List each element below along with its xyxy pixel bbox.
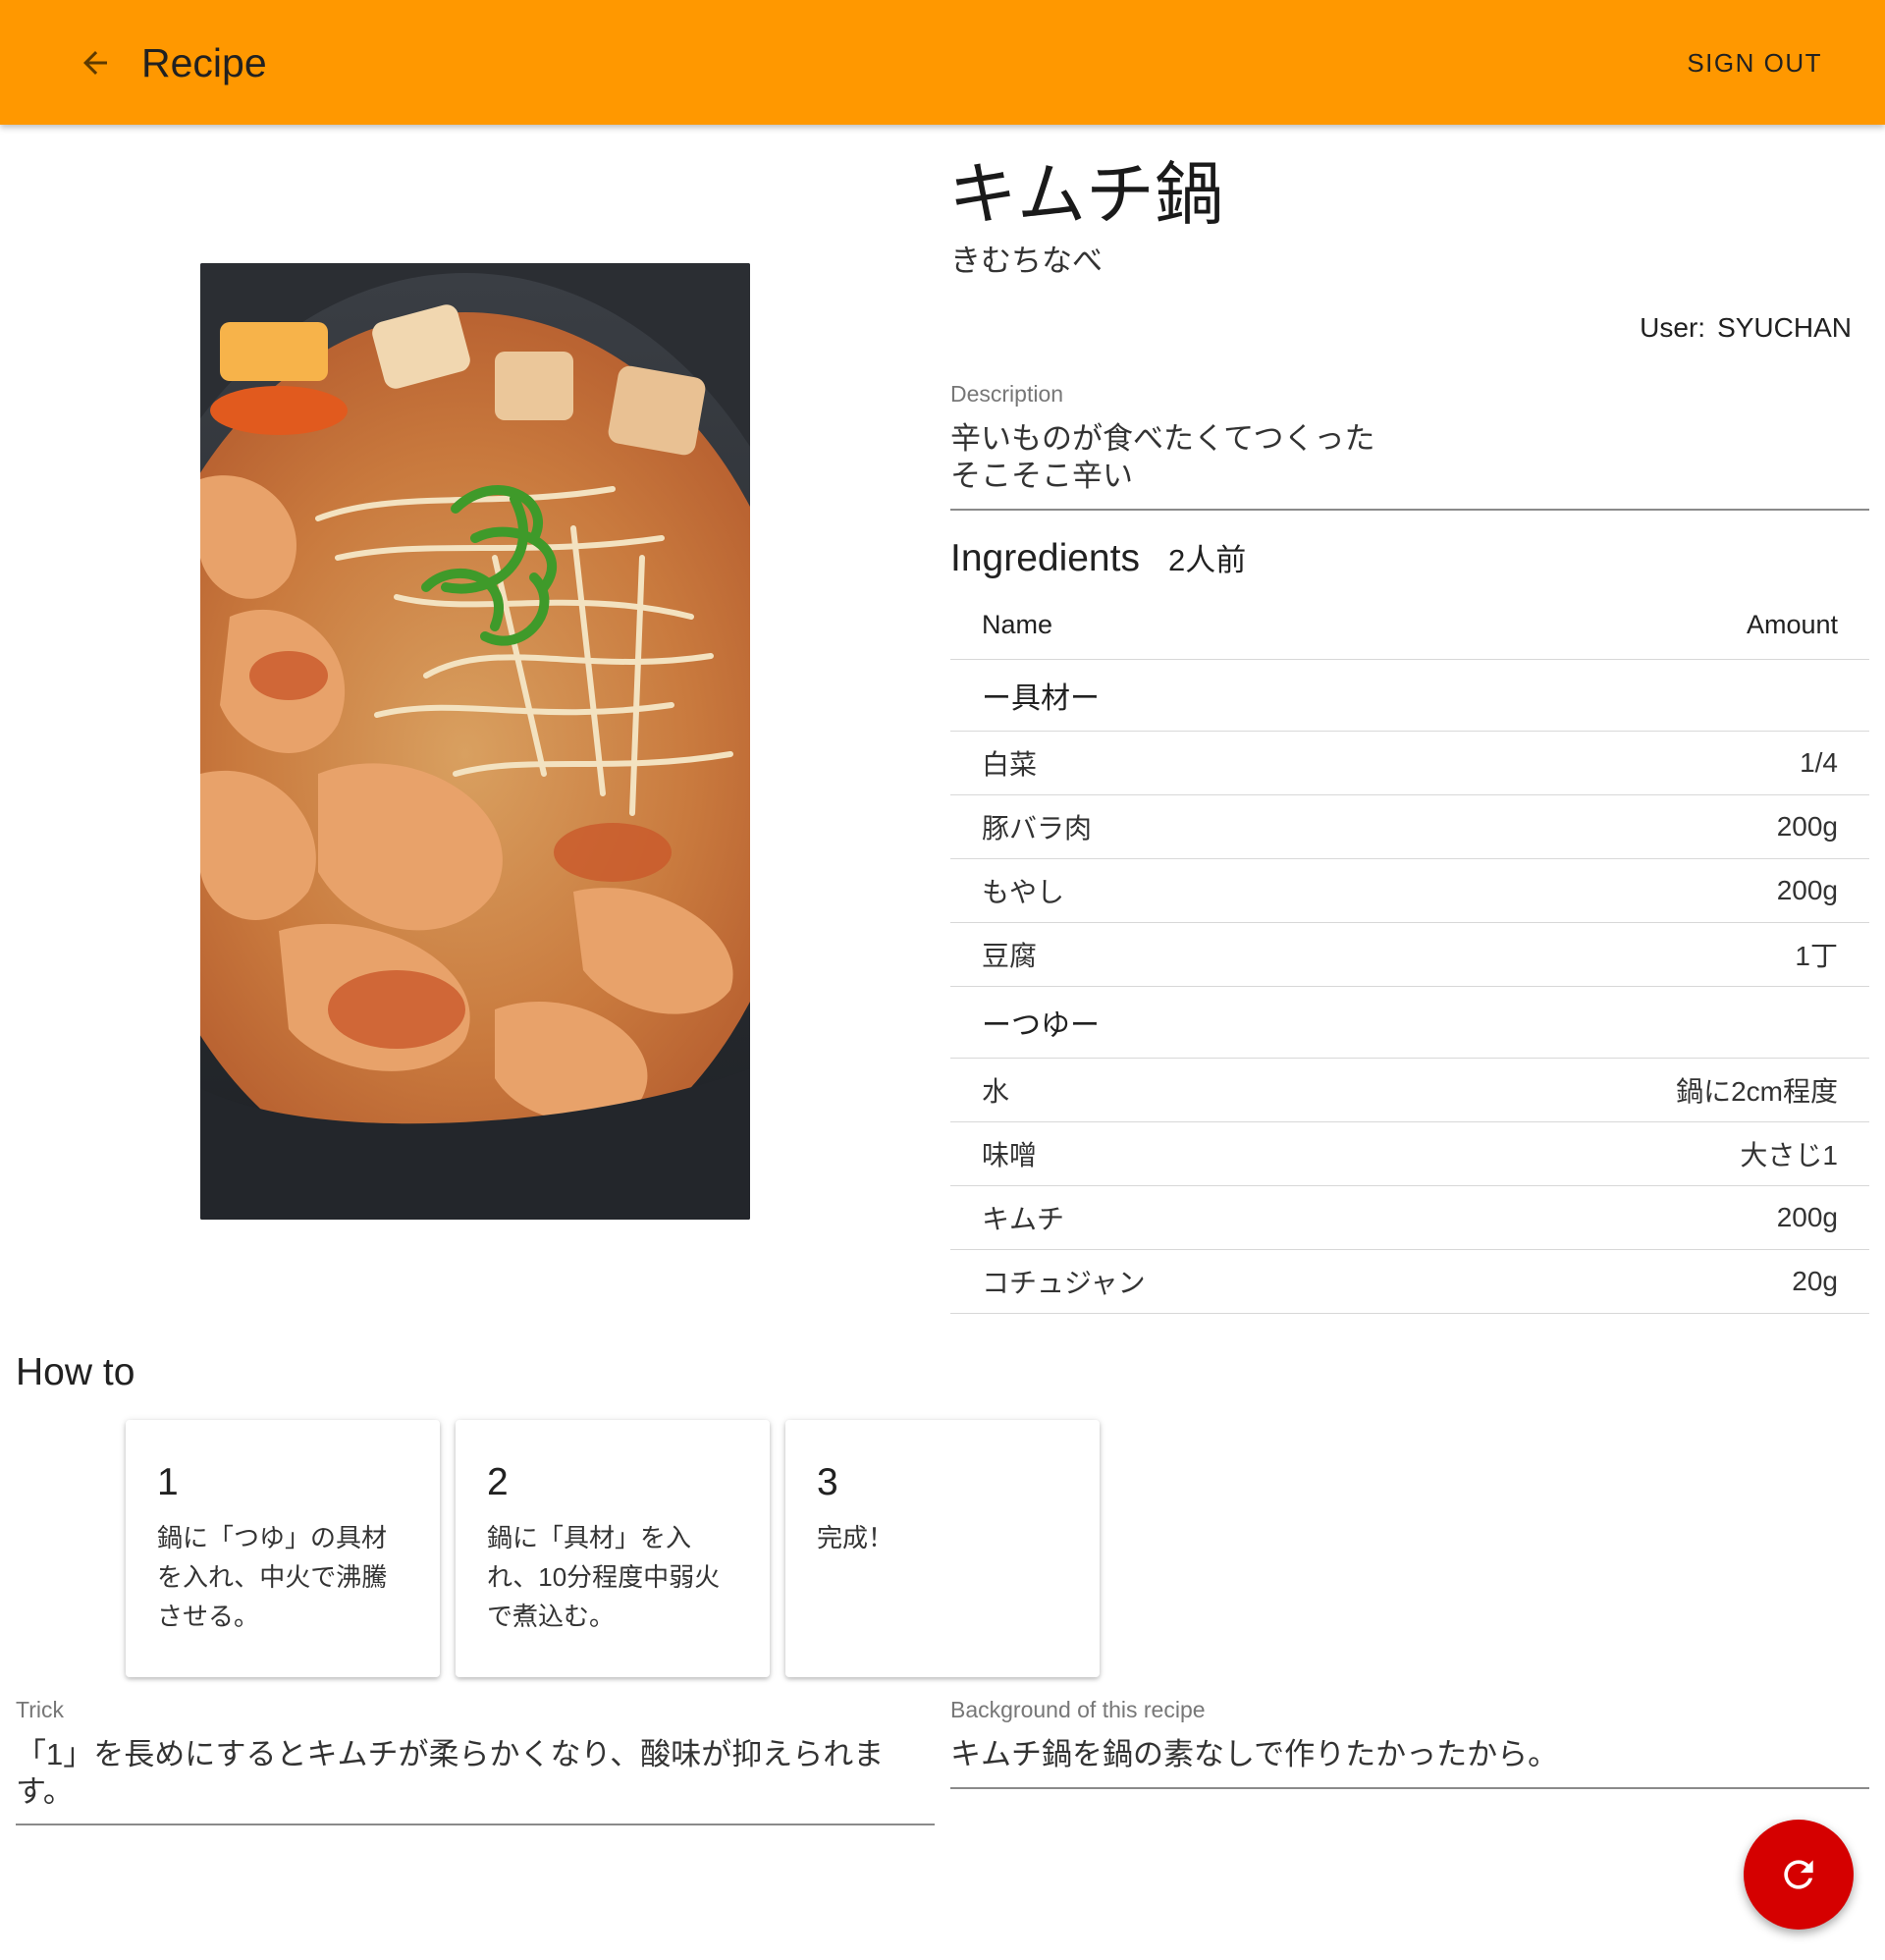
ingredient-name: コチュジャン: [982, 1268, 1146, 1298]
step-number: 2: [487, 1461, 509, 1503]
step-number: 3: [817, 1461, 838, 1503]
ingredient-name: もやし: [982, 877, 1065, 907]
trick-label: Trick: [16, 1697, 64, 1722]
table-row: 豚バラ肉 200g: [950, 795, 1869, 859]
step-card-3: 3 完成！: [785, 1420, 1100, 1677]
table-row: 白菜 1/4: [950, 732, 1869, 795]
table-row: 水 鍋に2cm程度: [950, 1059, 1869, 1122]
step-text: 完成！: [817, 1523, 894, 1552]
ingredient-name: 豚バラ肉: [982, 813, 1093, 844]
table-row: 豆腐 1丁: [950, 923, 1869, 987]
background-label: Background of this recipe: [950, 1697, 1206, 1722]
user-label: User:: [1640, 312, 1706, 343]
ingredient-amount: 1丁: [1795, 941, 1838, 971]
column-header-amount: Amount: [1746, 610, 1838, 639]
ingredient-amount: 20g: [1792, 1266, 1838, 1296]
background-text: キムチ鍋を鍋の素なしで作りたかったから。: [950, 1737, 1559, 1771]
arrow-left-icon: [83, 51, 107, 75]
servings: 2人前: [1168, 543, 1247, 577]
description-text: 辛いものが食べたくてつくった そこそこ辛い: [950, 421, 1375, 493]
app-bar: Recipe SIGN OUT: [0, 0, 1885, 125]
background-underline: [950, 1787, 1869, 1789]
trick-text: 「1」を長めにするとキムチが柔らかくなり、酸味が抑えられます。: [16, 1737, 885, 1809]
step-number: 1: [157, 1461, 179, 1503]
table-row: 味噌 大さじ1: [950, 1122, 1869, 1186]
sign-out-button[interactable]: SIGN OUT: [1687, 43, 1822, 82]
ingredients-table: Name Amount ー具材ー 白菜 1/4 豚バラ肉 200g もやし 20…: [950, 591, 1869, 1314]
table-row: ー具材ー: [950, 660, 1869, 732]
step-text: 鍋に「具材」を入れ、10分程度中弱火で煮込む。: [487, 1523, 721, 1631]
recipe-photo-image: [200, 263, 750, 1220]
ingredient-amount: 鍋に2cm程度: [1676, 1076, 1838, 1107]
ingredient-name: キムチ: [982, 1204, 1065, 1234]
table-row: もやし 200g: [950, 859, 1869, 923]
user-name: SYUCHAN: [1717, 312, 1852, 343]
ingredient-section: ーつゆー: [982, 1009, 1100, 1042]
ingredient-amount: 200g: [1776, 811, 1838, 842]
ingredient-name: 白菜: [982, 749, 1038, 780]
ingredient-amount: 1/4: [1800, 747, 1838, 778]
ingredient-amount: 大さじ1: [1740, 1140, 1838, 1171]
table-row: ーつゆー: [950, 987, 1869, 1059]
ingredient-name: 豆腐: [982, 941, 1038, 971]
description-label: Description: [950, 381, 1064, 407]
refresh-icon: [1784, 1860, 1813, 1889]
step-card-1: 1 鍋に「つゆ」の具材を入れ、中火で沸騰させる。: [126, 1420, 440, 1677]
ingredient-name: 味噌: [982, 1140, 1038, 1171]
refresh-button[interactable]: [1744, 1820, 1854, 1930]
recipe-photo: [200, 263, 750, 1220]
user-info: User: SYUCHAN: [1640, 308, 1852, 348]
table-row: キムチ 200g: [950, 1186, 1869, 1250]
trick-underline: [16, 1824, 935, 1825]
step-text: 鍋に「つゆ」の具材を入れ、中火で沸騰させる。: [157, 1523, 388, 1631]
ingredient-name: 水: [982, 1076, 1010, 1107]
ingredient-amount: 200g: [1776, 1202, 1838, 1232]
ingredients-heading: Ingredients: [950, 537, 1140, 579]
description-underline: [950, 509, 1869, 511]
recipe-reading: きむちなべ: [950, 244, 1103, 278]
table-header: Name Amount: [950, 591, 1869, 660]
app-title: Recipe: [141, 40, 267, 85]
ingredient-section: ー具材ー: [982, 682, 1100, 715]
table-row: コチュジャン 20g: [950, 1250, 1869, 1314]
column-header-name: Name: [982, 610, 1053, 639]
how-to-heading: How to: [16, 1351, 135, 1393]
step-card-2: 2 鍋に「具材」を入れ、10分程度中弱火で煮込む。: [456, 1420, 770, 1677]
back-button[interactable]: [70, 37, 121, 88]
ingredient-amount: 200g: [1776, 875, 1838, 905]
recipe-title: キムチ鍋: [948, 156, 1223, 233]
